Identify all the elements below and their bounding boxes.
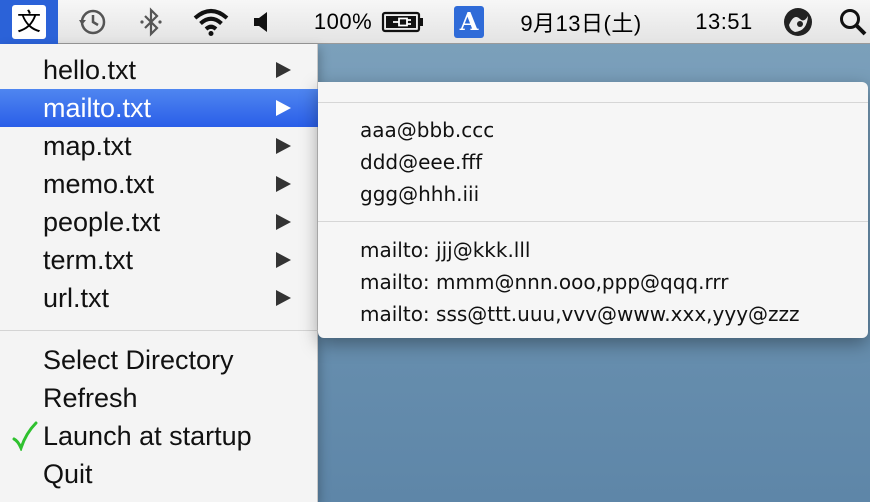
menu-item-label: Refresh [43,382,138,413]
menu-item-quit[interactable]: Quit [0,455,318,493]
menubar-date[interactable]: 9月13日(土) [506,0,656,44]
battery-plug-icon[interactable] [380,0,426,44]
submenu-arrow-icon [276,62,291,78]
menu-item-label: map.txt [43,130,132,161]
submenu-separator [318,102,868,103]
battery-percent[interactable]: 100% [308,0,378,44]
user-icon[interactable] [778,0,818,44]
submenu-item-email[interactable]: ggg@hhh.iii [360,182,479,206]
time-machine-icon[interactable] [72,0,112,44]
status-menu: hello.txt mailto.txt map.txt memo.txt pe… [0,44,318,502]
menu-item-memo-txt[interactable]: memo.txt [0,165,318,203]
bluetooth-icon[interactable] [136,0,166,44]
submenu-arrow-icon [276,176,291,192]
menu-item-label: url.txt [43,282,110,313]
menu-item-label: Quit [43,458,93,489]
menu-item-label: Select Directory [43,344,234,375]
menu-item-label: term.txt [43,244,134,275]
menu-item-hello-txt[interactable]: hello.txt [0,51,318,89]
submenu-separator [318,221,868,222]
submenu-arrow-icon [276,138,291,154]
menu-item-refresh[interactable]: Refresh [0,379,318,417]
spotlight-icon[interactable] [836,0,870,44]
menu-item-label: hello.txt [43,54,137,85]
menu-item-label: mailto.txt [43,92,152,123]
menu-separator [0,330,318,331]
menu-item-map-txt[interactable]: map.txt [0,127,318,165]
wifi-icon[interactable] [190,0,232,44]
menu-item-label: memo.txt [43,168,155,199]
input-source-label: A [454,6,484,38]
app-glyph-icon: 文 [12,5,46,39]
menu-item-launch-at-startup[interactable]: Launch at startup [0,417,318,455]
submenu-arrow-icon [276,252,291,268]
checkmark-icon [12,421,38,451]
submenu-arrow-icon [276,290,291,306]
app-status-item[interactable]: 文 [0,0,58,44]
submenu-item-mailto[interactable]: mailto: jjj@kkk.lll [360,238,530,262]
menu-item-label: Launch at startup [43,420,252,451]
menu-item-term-txt[interactable]: term.txt [0,241,318,279]
submenu-arrow-icon [276,214,291,230]
menu-bar: 文 100% A 9月13日(土) 13:51 [0,0,870,44]
menu-item-url-txt[interactable]: url.txt [0,279,318,317]
submenu-item-mailto[interactable]: mailto: mmm@nnn.ooo,ppp@qqq.rrr [360,270,728,294]
submenu-item-email[interactable]: aaa@bbb.ccc [360,118,494,142]
menu-item-people-txt[interactable]: people.txt [0,203,318,241]
submenu-arrow-icon [276,100,291,116]
menu-item-select-directory[interactable]: Select Directory [0,341,318,379]
menu-item-label: people.txt [43,206,161,237]
input-source-icon[interactable]: A [452,0,486,44]
menu-item-mailto-txt[interactable]: mailto.txt [0,89,318,127]
submenu-item-email[interactable]: ddd@eee.fff [360,150,482,174]
mailto-submenu: aaa@bbb.ccc ddd@eee.fff ggg@hhh.iii mail… [318,82,868,338]
menubar-clock[interactable]: 13:51 [680,0,768,44]
submenu-item-mailto[interactable]: mailto: sss@ttt.uuu,vvv@www.xxx,yyy@zzz [360,302,800,326]
volume-icon[interactable] [250,0,272,44]
